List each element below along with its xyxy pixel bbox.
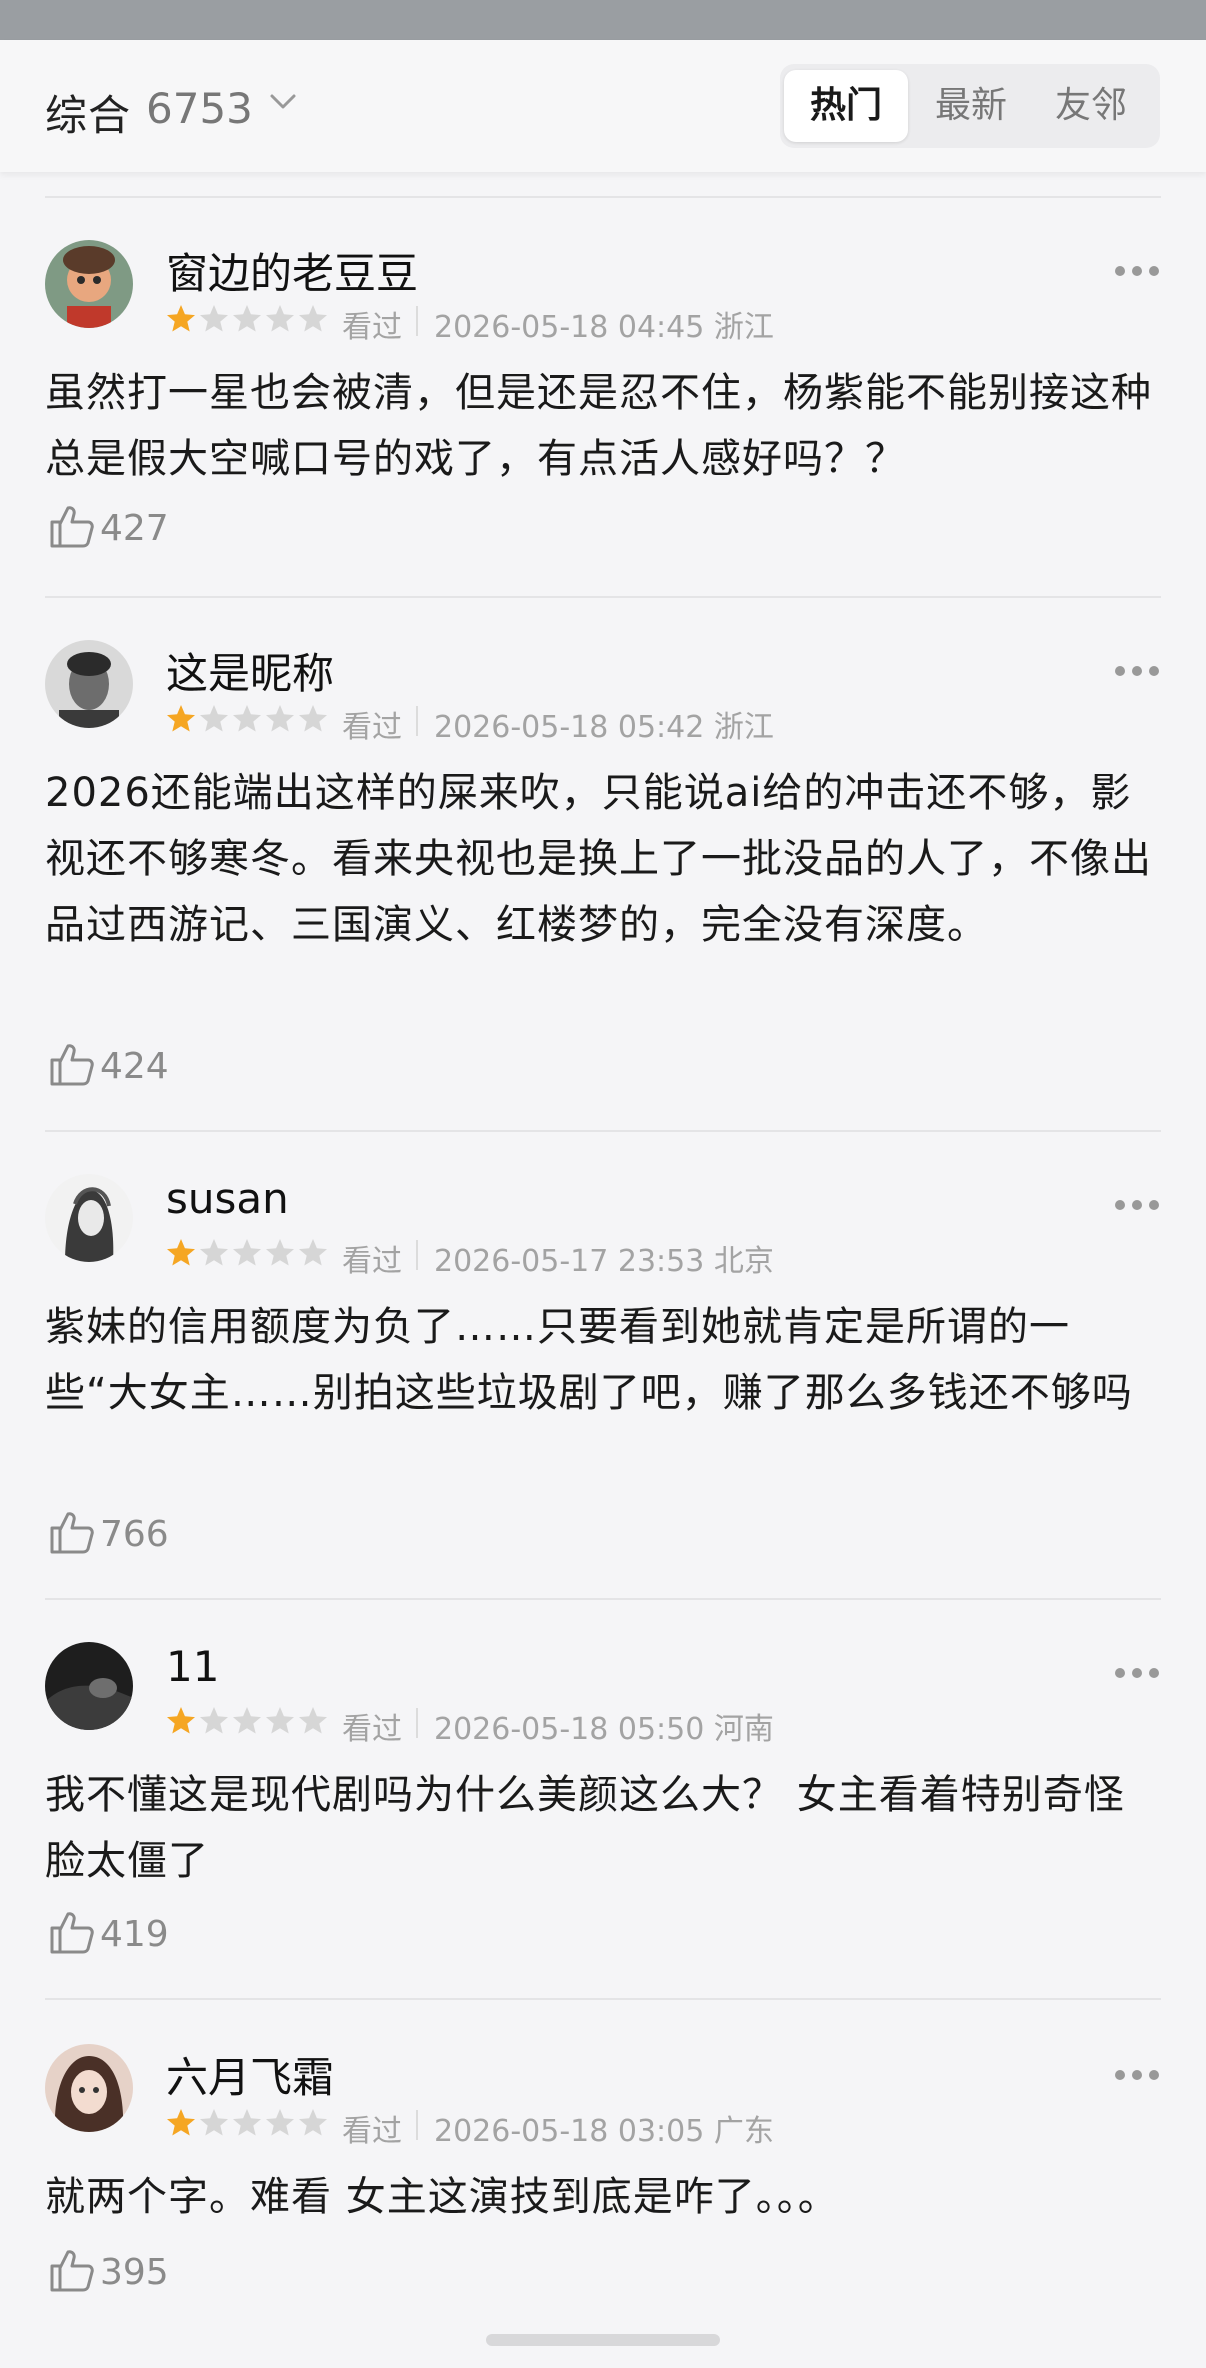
reviewer-name[interactable]: 11 xyxy=(166,1642,219,1691)
review-datetime: 2026-05-18 04:45 浙江 xyxy=(434,310,774,345)
thumbs-up-icon xyxy=(50,506,94,548)
avatar[interactable] xyxy=(45,2044,133,2132)
status-bar-strip xyxy=(0,0,1206,40)
review-datetime: 2026-05-18 05:42 浙江 xyxy=(434,710,774,745)
reviewer-name[interactable]: susan xyxy=(166,1174,289,1223)
meta-divider xyxy=(416,306,418,336)
thumbs-up-icon xyxy=(50,1512,94,1554)
more-icon[interactable] xyxy=(1114,662,1160,681)
meta-divider xyxy=(416,1708,418,1738)
comment-count[interactable]: 6753 xyxy=(146,84,253,133)
review-content[interactable]: 虽然打一星也会被清，但是还是忍不住，杨紫能不能别接这种总是假大空喊口号的戏了，有… xyxy=(45,360,1160,492)
star-rating xyxy=(166,704,328,738)
home-indicator[interactable] xyxy=(486,2334,720,2346)
star-rating xyxy=(166,1238,328,1272)
like-count: 766 xyxy=(100,1514,169,1555)
tab-friends[interactable]: 友邻 xyxy=(1032,70,1150,142)
like-button[interactable]: 395 xyxy=(48,2246,169,2298)
watch-status: 看过 xyxy=(342,1244,402,1279)
review-content[interactable]: 紫妹的信用额度为负了……只要看到她就肯定是所谓的一些“大女主……别拍这些垃圾剧了… xyxy=(45,1294,1160,1426)
like-count: 427 xyxy=(100,508,169,549)
avatar[interactable] xyxy=(45,640,133,728)
more-icon[interactable] xyxy=(1114,262,1160,281)
reviewer-name[interactable]: 六月飞霜 xyxy=(166,2044,334,2105)
sort-dropdown-label[interactable]: 综合 xyxy=(45,82,131,143)
tab-latest[interactable]: 最新 xyxy=(912,70,1030,142)
review-content[interactable]: 2026还能端出这样的屎来吹，只能说ai给的冲击还不够，影视还不够寒冬。看来央视… xyxy=(45,760,1160,958)
reviewer-name[interactable]: 这是昵称 xyxy=(166,640,334,701)
like-count: 424 xyxy=(100,1046,169,1087)
thumbs-up-icon xyxy=(50,1044,94,1086)
watch-status: 看过 xyxy=(342,1712,402,1747)
chevron-down-icon[interactable] xyxy=(268,90,298,118)
avatar[interactable] xyxy=(45,1174,133,1262)
divider xyxy=(45,1598,1161,1600)
avatar[interactable] xyxy=(45,240,133,328)
watch-status: 看过 xyxy=(342,2114,402,2149)
watch-status: 看过 xyxy=(342,310,402,345)
divider xyxy=(45,1130,1161,1132)
more-icon[interactable] xyxy=(1114,2066,1160,2085)
watch-status: 看过 xyxy=(342,710,402,745)
star-rating xyxy=(166,304,328,338)
meta-divider xyxy=(416,1240,418,1270)
reviewer-name[interactable]: 窗边的老豆豆 xyxy=(166,240,418,301)
thumbs-up-icon xyxy=(50,1912,94,1954)
comments-header: 综合 6753 热门 最新 友邻 xyxy=(0,40,1206,172)
like-button[interactable]: 766 xyxy=(48,1508,169,1560)
like-button[interactable]: 427 xyxy=(48,502,169,554)
like-button[interactable]: 424 xyxy=(48,1040,169,1092)
meta-divider xyxy=(416,706,418,736)
divider xyxy=(45,1998,1161,2000)
review-datetime: 2026-05-18 03:05 广东 xyxy=(434,2114,774,2149)
review-content[interactable]: 我不懂这是现代剧吗为什么美颜这么大？ 女主看着特别奇怪脸太僵了 xyxy=(45,1762,1160,1894)
tab-hot[interactable]: 热门 xyxy=(784,70,908,142)
thumbs-up-icon xyxy=(50,2250,94,2292)
more-icon[interactable] xyxy=(1114,1664,1160,1683)
divider xyxy=(45,596,1161,598)
review-datetime: 2026-05-18 05:50 河南 xyxy=(434,1712,774,1747)
like-count: 419 xyxy=(100,1914,169,1955)
review-content[interactable]: 就两个字。难看 女主这演技到底是咋了。。。 xyxy=(45,2164,1160,2230)
like-button[interactable]: 419 xyxy=(48,1908,169,1960)
review-datetime: 2026-05-17 23:53 北京 xyxy=(434,1244,774,1279)
star-rating xyxy=(166,1706,328,1740)
avatar[interactable] xyxy=(45,1642,133,1730)
sort-tabs: 热门 最新 友邻 xyxy=(780,64,1160,148)
divider xyxy=(45,196,1161,198)
like-count: 395 xyxy=(100,2252,169,2293)
more-icon[interactable] xyxy=(1114,1196,1160,1215)
meta-divider xyxy=(416,2110,418,2140)
star-rating xyxy=(166,2108,328,2142)
